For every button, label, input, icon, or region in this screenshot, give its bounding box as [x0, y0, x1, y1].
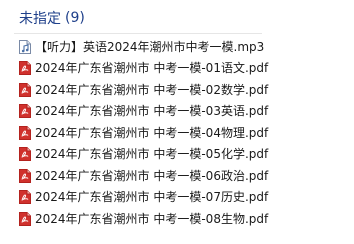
pdf-file-icon — [19, 190, 31, 205]
file-name: 2024年广东省潮州市 中考一模-05化学.pdf — [35, 147, 269, 162]
pdf-file-icon — [19, 61, 31, 76]
file-item-pdf[interactable]: 2024年广东省潮州市 中考一模-06政治.pdf — [0, 165, 354, 187]
pdf-file-icon — [19, 211, 31, 226]
file-name: 2024年广东省潮州市 中考一模-02数学.pdf — [35, 82, 269, 97]
file-item-pdf[interactable]: 2024年广东省潮州市 中考一模-07历史.pdf — [0, 187, 354, 209]
file-list: 【听力】英语2024年潮州市中考一模.mp3 2024年广东省潮州市 中考一模-… — [0, 36, 354, 230]
file-item-audio[interactable]: 【听力】英语2024年潮州市中考一模.mp3 — [0, 36, 354, 58]
pdf-file-icon — [19, 125, 31, 140]
file-item-pdf[interactable]: 2024年广东省潮州市 中考一模-03英语.pdf — [0, 101, 354, 123]
audio-file-icon — [19, 39, 31, 54]
pdf-file-icon — [19, 147, 31, 162]
file-group-header[interactable]: 未指定 (9) — [19, 7, 85, 29]
file-item-pdf[interactable]: 2024年广东省潮州市 中考一模-01语文.pdf — [0, 58, 354, 80]
pdf-file-icon — [19, 104, 31, 119]
file-name: 2024年广东省潮州市 中考一模-04物理.pdf — [35, 125, 269, 140]
file-name: 2024年广东省潮州市 中考一模-08生物.pdf — [35, 211, 269, 226]
file-item-pdf[interactable]: 2024年广东省潮州市 中考一模-08生物.pdf — [0, 208, 354, 230]
file-item-pdf[interactable]: 2024年广东省潮州市 中考一模-04物理.pdf — [0, 122, 354, 144]
pdf-file-icon — [19, 82, 31, 97]
file-item-pdf[interactable]: 2024年广东省潮州市 中考一模-05化学.pdf — [0, 144, 354, 166]
file-name: 2024年广东省潮州市 中考一模-01语文.pdf — [35, 61, 269, 76]
pdf-file-icon — [19, 168, 31, 183]
group-count: (9) — [65, 10, 85, 26]
file-name: 【听力】英语2024年潮州市中考一模.mp3 — [35, 39, 265, 54]
file-item-pdf[interactable]: 2024年广东省潮州市 中考一模-02数学.pdf — [0, 79, 354, 101]
file-name: 2024年广东省潮州市 中考一模-06政治.pdf — [35, 168, 269, 183]
group-divider — [14, 33, 262, 34]
group-title: 未指定 — [19, 11, 61, 27]
file-name: 2024年广东省潮州市 中考一模-07历史.pdf — [35, 190, 269, 205]
file-name: 2024年广东省潮州市 中考一模-03英语.pdf — [35, 104, 269, 119]
